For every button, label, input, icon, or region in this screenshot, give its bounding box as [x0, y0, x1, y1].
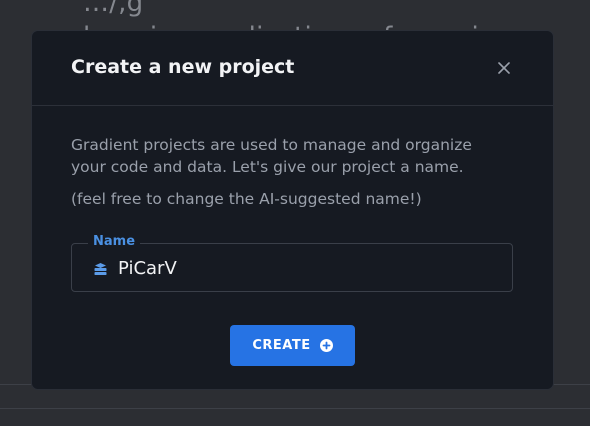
modal-body: Gradient projects are used to manage and…: [32, 106, 553, 292]
close-button[interactable]: [495, 59, 513, 77]
page: …/,g learning applications of any size o…: [0, 0, 590, 426]
modal-description: Gradient projects are used to manage and…: [71, 136, 472, 176]
close-icon: [498, 62, 510, 74]
background-divider-2: [0, 408, 590, 409]
modal-hint: (feel free to change the AI-suggested na…: [71, 190, 422, 208]
create-button[interactable]: CREATE: [230, 325, 355, 366]
modal-title: Create a new project: [71, 56, 295, 78]
plus-circle-icon: [319, 339, 333, 352]
background-heading-line-1: …/,g: [83, 0, 144, 18]
stack-icon: [94, 263, 107, 275]
create-project-modal: Create a new project Gradient projects a…: [31, 30, 554, 390]
project-name-field[interactable]: Name: [71, 234, 513, 292]
create-button-label: CREATE: [252, 338, 311, 353]
project-name-input[interactable]: [118, 253, 498, 283]
project-name-label: Name: [88, 234, 141, 250]
modal-header: Create a new project: [32, 31, 553, 106]
